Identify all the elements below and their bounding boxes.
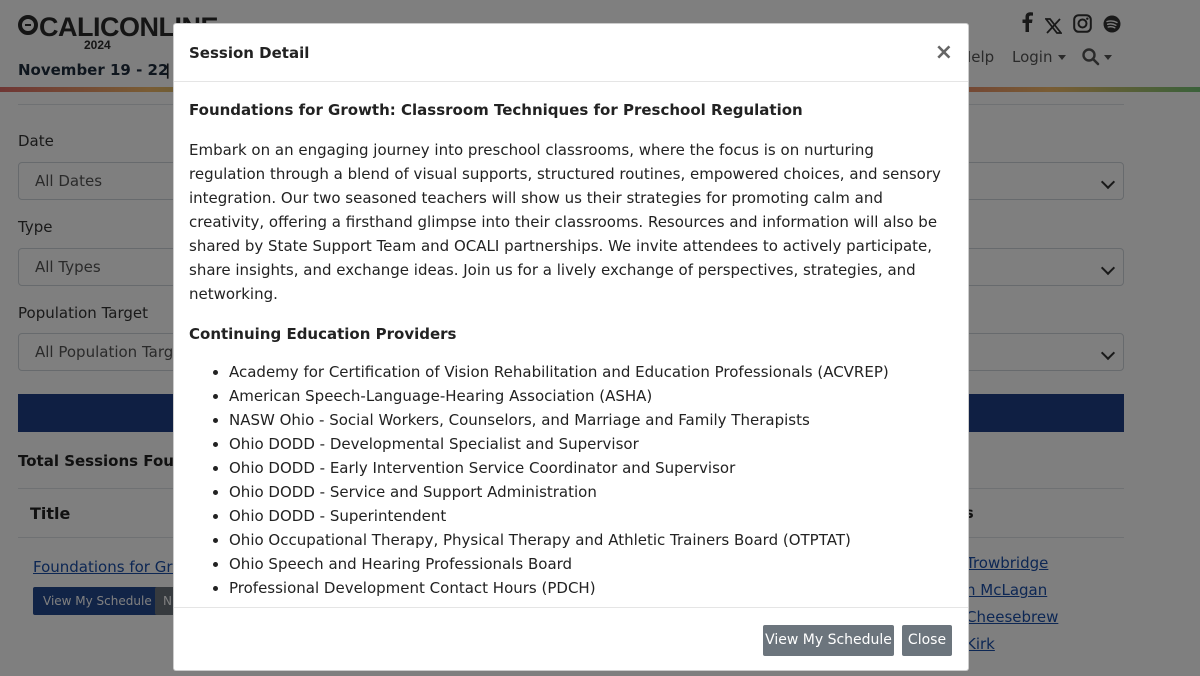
modal-footer: View My Schedule Close [174,607,968,670]
modal-title: Session Detail [189,44,310,62]
list-item: American Speech-Language-Hearing Associa… [229,384,949,408]
close-button[interactable]: Close [902,625,952,656]
list-item: Academy for Certification of Vision Reha… [229,360,949,384]
modal-body: Foundations for Growth: Classroom Techni… [189,98,949,600]
list-item: Ohio Speech and Hearing Professionals Bo… [229,552,949,576]
modal-header: Session Detail × [174,24,968,82]
close-icon[interactable]: × [935,42,953,64]
list-item: Ohio DODD - Service and Support Administ… [229,480,949,504]
session-description: Embark on an engaging journey into presc… [189,141,941,303]
list-item: Ohio DODD - Developmental Specialist and… [229,432,949,456]
view-my-schedule-button[interactable]: View My Schedule [763,625,894,656]
list-item: NASW Ohio - Social Workers, Counselors, … [229,408,949,432]
list-item: Ohio DODD - Superintendent [229,504,949,528]
list-item: Professional Development Contact Hours (… [229,576,949,600]
ceu-providers-list: Academy for Certification of Vision Reha… [189,360,949,600]
session-title: Foundations for Growth: Classroom Techni… [189,101,803,119]
session-detail-modal: Session Detail × Foundations for Growth:… [173,23,969,671]
ceu-providers-heading: Continuing Education Providers [189,325,457,343]
list-item: Ohio DODD - Early Intervention Service C… [229,456,949,480]
list-item: Ohio Occupational Therapy, Physical Ther… [229,528,949,552]
